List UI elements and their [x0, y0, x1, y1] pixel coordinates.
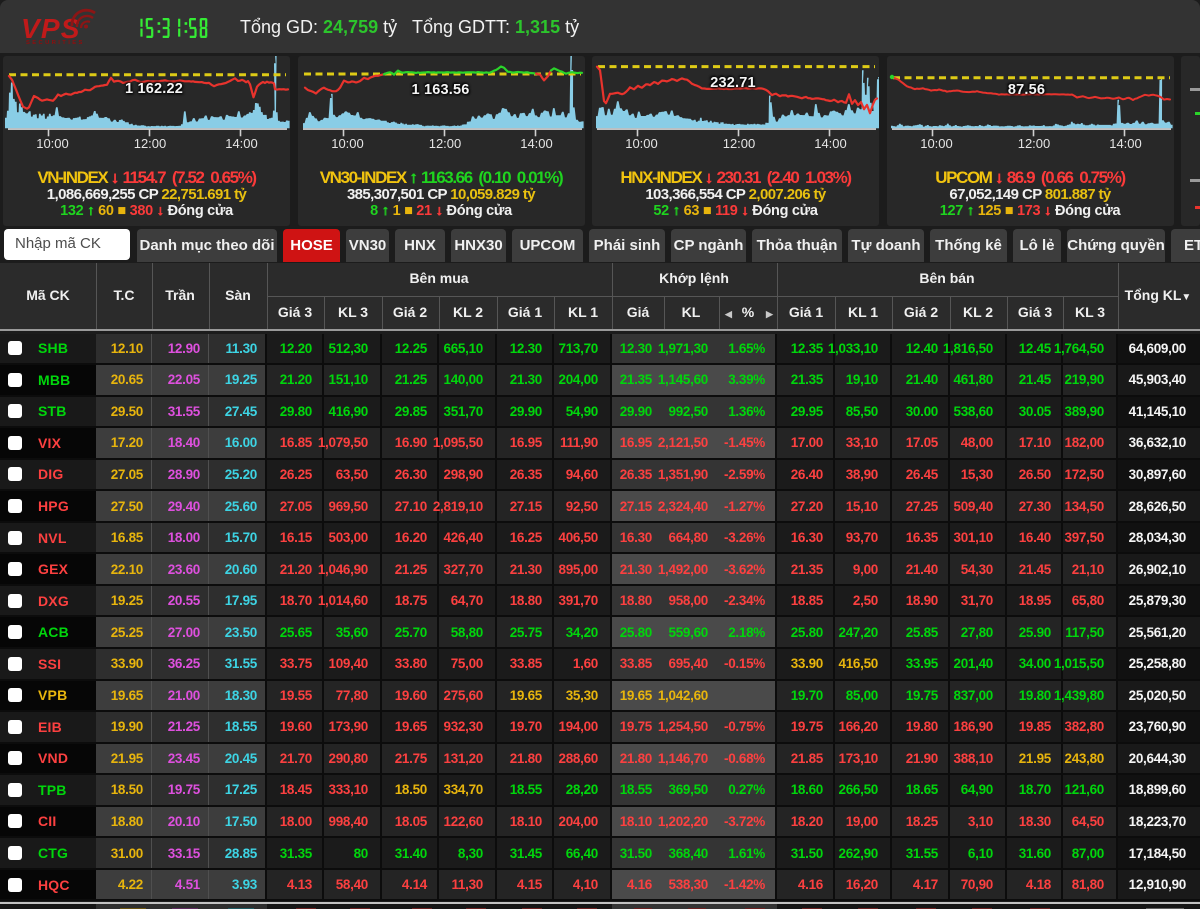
- svg-text:10:00: 10:00: [36, 136, 69, 151]
- svg-text:12:00: 12:00: [723, 136, 756, 151]
- svg-text:14:00: 14:00: [225, 136, 258, 151]
- svg-text:12:00: 12:00: [1017, 136, 1050, 151]
- svg-text:SECURITIES: SECURITIES: [26, 40, 85, 46]
- svg-text:12:00: 12:00: [134, 136, 167, 151]
- svg-text:14:00: 14:00: [1109, 136, 1142, 151]
- svg-text:10:00: 10:00: [331, 136, 364, 151]
- svg-text:12:00: 12:00: [428, 136, 461, 151]
- svg-text:14:00: 14:00: [814, 136, 847, 151]
- svg-text:10:00: 10:00: [920, 136, 953, 151]
- svg-text:14:00: 14:00: [520, 136, 553, 151]
- svg-text:10:00: 10:00: [625, 136, 658, 151]
